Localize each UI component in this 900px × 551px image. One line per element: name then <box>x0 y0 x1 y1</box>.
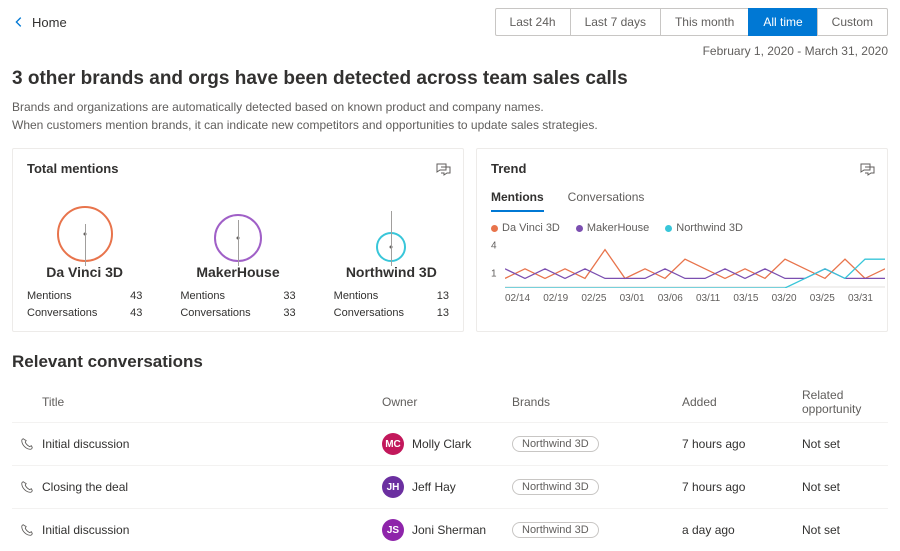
row-related: Not set <box>802 480 892 494</box>
back-arrow-icon <box>12 15 26 29</box>
row-owner: JSJoni Sherman <box>382 519 512 541</box>
chart-series <box>505 250 885 279</box>
brand-col: Northwind 3DMentions13Conversations13 <box>334 192 449 321</box>
row-title: Initial discussion <box>42 437 382 451</box>
date-range-text: February 1, 2020 - March 31, 2020 <box>0 36 900 58</box>
row-added: a day ago <box>682 523 802 537</box>
conversations-table: Title Owner Brands Added Related opportu… <box>12 382 888 551</box>
table-row[interactable]: Initial discussionJSJoni ShermanNorthwin… <box>12 508 888 551</box>
range-btn-all-time[interactable]: All time <box>748 8 817 36</box>
phone-icon <box>12 437 42 451</box>
total-mentions-card: Total mentions Da Vinci 3DMentions43Conv… <box>12 148 464 332</box>
row-owner: JHJeff Hay <box>382 476 512 498</box>
page-title: 3 other brands and orgs have been detect… <box>12 68 888 90</box>
row-added: 7 hours ago <box>682 437 802 451</box>
brand-name: MakerHouse <box>180 264 295 280</box>
row-related: Not set <box>802 437 892 451</box>
range-btn-last-7-days[interactable]: Last 7 days <box>570 8 661 36</box>
relevant-conversations-title: Relevant conversations <box>12 352 888 372</box>
brand-col: Da Vinci 3DMentions43Conversations43 <box>27 192 142 321</box>
phone-icon <box>12 480 42 494</box>
total-mentions-title: Total mentions <box>27 161 449 176</box>
legend-item: MakerHouse <box>576 222 649 234</box>
row-brand: Northwind 3D <box>512 479 682 495</box>
chat-icon[interactable] <box>435 161 451 182</box>
trend-chart: 4 1 02/1402/1902/2503/0103/0603/1103/150… <box>491 240 873 304</box>
phone-icon <box>12 523 42 537</box>
avatar: JH <box>382 476 404 498</box>
row-title: Initial discussion <box>42 523 382 537</box>
avatar: JS <box>382 519 404 541</box>
row-title: Closing the deal <box>42 480 382 494</box>
row-added: 7 hours ago <box>682 480 802 494</box>
row-related: Not set <box>802 523 892 537</box>
legend-item: Northwind 3D <box>665 222 743 234</box>
brand-name: Northwind 3D <box>334 264 449 280</box>
time-range-group: Last 24hLast 7 daysThis monthAll timeCus… <box>495 8 888 36</box>
trend-tab-conversations[interactable]: Conversations <box>568 190 645 212</box>
row-owner: MCMolly Clark <box>382 433 512 455</box>
table-row[interactable]: Initial discussionMCMolly ClarkNorthwind… <box>12 422 888 465</box>
home-label: Home <box>32 15 67 30</box>
table-row[interactable]: Closing the dealJHJeff HayNorthwind 3D7 … <box>12 465 888 508</box>
home-link[interactable]: Home <box>12 15 67 30</box>
table-header: Title Owner Brands Added Related opportu… <box>12 382 888 422</box>
trend-title: Trend <box>491 161 873 176</box>
brand-name: Da Vinci 3D <box>27 264 142 280</box>
trend-tab-mentions[interactable]: Mentions <box>491 190 544 212</box>
range-btn-last-24h[interactable]: Last 24h <box>495 8 571 36</box>
trend-card: Trend Mentions Conversations Da Vinci 3D M… <box>476 148 888 332</box>
page-subtitle: Brands and organizations are automatical… <box>12 98 888 134</box>
avatar: MC <box>382 433 404 455</box>
range-btn-this-month[interactable]: This month <box>660 8 749 36</box>
brand-col: MakerHouseMentions33Conversations33 <box>180 192 295 321</box>
range-btn-custom[interactable]: Custom <box>817 8 888 36</box>
chat-icon[interactable] <box>859 161 875 182</box>
row-brand: Northwind 3D <box>512 522 682 538</box>
legend-item: Da Vinci 3D <box>491 222 560 234</box>
row-brand: Northwind 3D <box>512 436 682 452</box>
